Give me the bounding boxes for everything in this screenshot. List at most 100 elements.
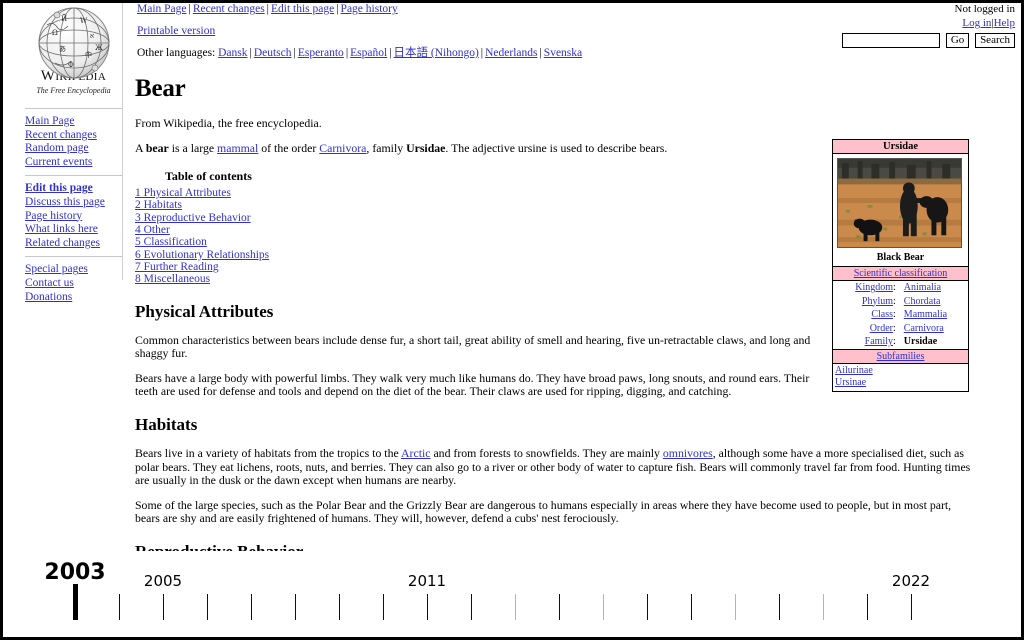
- timeline-tick[interactable]: [251, 594, 252, 620]
- subfamily-link-ailurinae[interactable]: Ailurinae: [835, 365, 966, 377]
- timeline-tick[interactable]: [559, 594, 560, 620]
- language-link-svenska[interactable]: Svenska: [544, 47, 582, 59]
- link-carnivora[interactable]: Carnivora: [319, 141, 366, 155]
- value-link-animalia[interactable]: Animalia: [904, 282, 941, 293]
- timeline-label-2011[interactable]: 2011: [408, 572, 446, 590]
- table-row: Class: Mammalia: [833, 308, 968, 322]
- taxobox-rank-phylum: Phylum:: [861, 295, 896, 307]
- svg-text:あ: あ: [59, 45, 66, 53]
- timeline-tick[interactable]: [207, 594, 208, 620]
- sidebar-item-special-pages[interactable]: Special pages: [25, 263, 122, 277]
- help-link[interactable]: Help: [994, 17, 1015, 29]
- language-link-esperanto[interactable]: Esperanto: [298, 47, 344, 59]
- top-nav-recent-changes[interactable]: Recent changes: [193, 3, 265, 15]
- sidebar-group-edit: Edit this page Discuss this page Page hi…: [25, 175, 122, 250]
- toc-item-further-reading[interactable]: 7 Further Reading: [135, 261, 219, 273]
- subfamily-link-ursinae[interactable]: Ursinae: [835, 377, 966, 389]
- log-in-link[interactable]: Log in: [962, 17, 991, 29]
- sidebar-item-page-history[interactable]: Page history: [25, 210, 122, 224]
- timeline-tick[interactable]: [471, 594, 472, 620]
- sidebar-item-what-links-here[interactable]: What links here: [25, 223, 122, 237]
- toc-item-reproductive-behavior[interactable]: 3 Reproductive Behavior: [135, 212, 251, 224]
- search-button[interactable]: Search: [975, 33, 1015, 48]
- table-row: Family: Ursidae: [833, 335, 968, 349]
- timeline-tick-current[interactable]: [73, 584, 78, 620]
- language-link-deutsch[interactable]: Deutsch: [254, 47, 292, 59]
- sidebar-item-contact-us[interactable]: Contact us: [25, 277, 122, 291]
- timeline-tick[interactable]: [647, 594, 648, 620]
- search-input[interactable]: [842, 33, 941, 48]
- timeline-tick[interactable]: [691, 594, 692, 620]
- taxobox-value-order: Carnivora: [898, 322, 968, 336]
- sidebar-item-recent-changes[interactable]: Recent changes: [25, 129, 122, 143]
- rank-link-family[interactable]: Family: [865, 336, 893, 347]
- link-arctic[interactable]: Arctic: [401, 446, 430, 460]
- top-nav-links: Main Page | Recent changes | Edit this page |…: [137, 3, 582, 16]
- timeline-tick[interactable]: [383, 594, 384, 620]
- toc-item-physical-attributes[interactable]: 1 Physical Attributes: [135, 187, 231, 199]
- value-link-mammalia[interactable]: Mammalia: [904, 309, 947, 320]
- section-heading-reproductive-behavior: Reproductive Behavior: [135, 542, 973, 551]
- black-bear-photo: [837, 158, 962, 248]
- rank-link-order[interactable]: Order: [870, 323, 893, 334]
- svg-text:Ω: Ω: [52, 29, 58, 37]
- timeline-tick[interactable]: [295, 594, 296, 620]
- toc-item-miscellaneous[interactable]: 8 Miscellaneous: [135, 273, 210, 285]
- paragraph-habitats-1: Bears live in a variety of habitats from…: [135, 445, 973, 488]
- taxobox-image-caption: Black Bear: [876, 252, 925, 263]
- wikipedia-logo[interactable]: W Й Ω א あ 中 Ф Ж WIKIPEDIA: [25, 5, 122, 102]
- rank-link-phylum[interactable]: Phylum: [862, 296, 893, 307]
- sidebar-item-current-events[interactable]: Current events: [25, 156, 122, 170]
- rank-link-kingdom[interactable]: Kingdom: [855, 282, 893, 293]
- timeline-label-current[interactable]: 2003: [44, 560, 105, 585]
- toc-item-classification[interactable]: 5 Classification: [135, 236, 207, 248]
- value-link-carnivora[interactable]: Carnivora: [904, 323, 944, 334]
- go-button[interactable]: Go: [945, 33, 970, 48]
- timeline-tick[interactable]: [119, 594, 120, 620]
- timeline-tick[interactable]: [779, 594, 780, 620]
- sidebar-item-related-changes[interactable]: Related changes: [25, 237, 122, 251]
- top-nav-page-history[interactable]: Page history: [341, 3, 398, 15]
- top-nav-main-page[interactable]: Main Page: [137, 3, 187, 15]
- subfamilies-link[interactable]: Subfamilies: [877, 351, 925, 362]
- timeline-tick[interactable]: [339, 594, 340, 620]
- value-link-chordata[interactable]: Chordata: [904, 296, 941, 307]
- sidebar-item-discuss-this-page[interactable]: Discuss this page: [25, 196, 122, 210]
- link-mammal[interactable]: mammal: [217, 141, 258, 155]
- language-link-nihongo[interactable]: 日本語 (Nihongo): [394, 47, 479, 59]
- language-link-nederlands[interactable]: Nederlands: [485, 47, 537, 59]
- sidebar-item-donations[interactable]: Donations: [25, 291, 122, 305]
- timeline-tick[interactable]: [735, 594, 736, 620]
- history-timeline-slider[interactable]: 2003 2005 2011 2022: [0, 551, 1024, 640]
- timeline-tick[interactable]: [867, 594, 868, 620]
- sidebar-item-edit-this-page[interactable]: Edit this page: [25, 182, 122, 196]
- timeline-label-2022[interactable]: 2022: [892, 572, 930, 590]
- toc-item-evolutionary-relationships[interactable]: 6 Evolutionary Relationships: [135, 249, 269, 261]
- sidebar-item-main-page[interactable]: Main Page: [25, 115, 122, 129]
- timeline-tick[interactable]: [163, 594, 164, 620]
- sidebar: W Й Ω א あ 中 Ф Ж WIKIPEDIA: [25, 3, 122, 304]
- toc-item-other[interactable]: 4 Other: [135, 224, 170, 236]
- login-status: Not logged in: [954, 3, 1016, 15]
- timeline-label-2005[interactable]: 2005: [144, 572, 182, 590]
- value-text-ursidae: Ursidae: [903, 336, 938, 347]
- scientific-classification-link[interactable]: Scientific classification: [854, 268, 948, 279]
- language-link-espanol[interactable]: Español: [350, 47, 387, 59]
- rank-link-class[interactable]: Class: [871, 309, 893, 320]
- browser-page: W Й Ω א あ 中 Ф Ж WIKIPEDIA: [0, 0, 1024, 551]
- link-omnivores[interactable]: omnivores: [663, 446, 713, 460]
- toc-item-habitats[interactable]: 2 Habitats: [135, 199, 182, 211]
- timeline-tick[interactable]: [515, 594, 516, 620]
- taxobox-value-family: Ursidae: [898, 335, 968, 349]
- timeline-tick[interactable]: [603, 594, 604, 620]
- timeline-tick[interactable]: [911, 594, 912, 620]
- printable-version-link[interactable]: Printable version: [137, 25, 215, 37]
- taxobox-value-phylum: Chordata: [898, 295, 968, 309]
- sidebar-item-random-page[interactable]: Random page: [25, 142, 122, 156]
- timeline-tick[interactable]: [427, 594, 428, 620]
- language-link-dansk[interactable]: Dansk: [218, 47, 247, 59]
- top-nav-edit-this-page[interactable]: Edit this page: [271, 3, 334, 15]
- intro-text-c: of the order: [258, 140, 320, 155]
- timeline-tick[interactable]: [823, 594, 824, 620]
- habitats-text-b: and from forests to snowfields. They are…: [430, 445, 663, 460]
